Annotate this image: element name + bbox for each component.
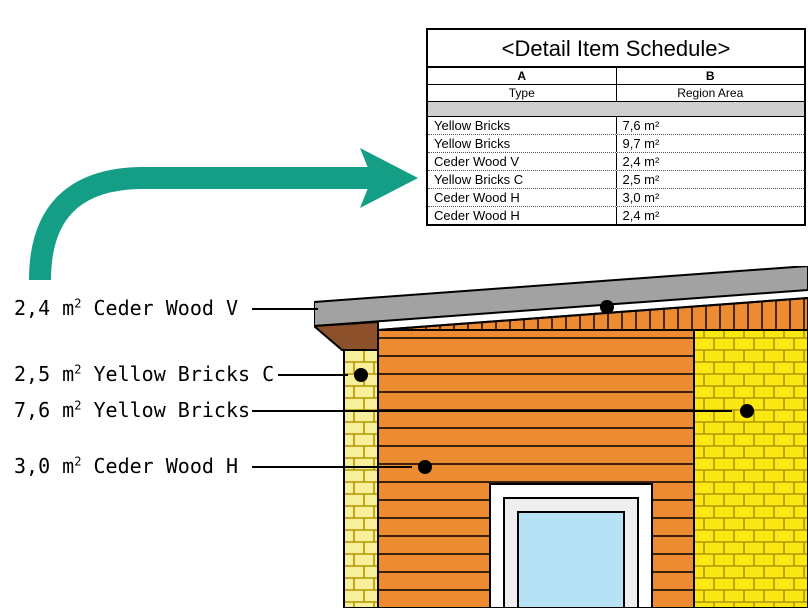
label-ceder-wood-v: 2,4 m2 Ceder Wood V: [14, 296, 238, 320]
eave-trim: [314, 322, 378, 350]
table-row: Ceder Wood H 2,4 m²: [428, 207, 804, 224]
label-yellow-bricks: 7,6 m2 Yellow Bricks: [14, 398, 250, 422]
leader-line: [252, 308, 318, 310]
table-row: Yellow Bricks 9,7 m²: [428, 135, 804, 153]
elevation-drawing: [314, 266, 808, 608]
cell-area: 9,7 m²: [617, 135, 805, 152]
region-marker-dot: [354, 368, 368, 382]
label-yellow-bricks-c: 2,5 m2 Yellow Bricks C: [14, 362, 274, 386]
schedule-col-b: B: [617, 68, 805, 84]
label-ceder-wood-h: 3,0 m2 Ceder Wood H: [14, 454, 238, 478]
table-row: Ceder Wood H 3,0 m²: [428, 189, 804, 207]
leader-line: [252, 466, 412, 468]
table-row: Ceder Wood V 2,4 m²: [428, 153, 804, 171]
region-marker-dot: [600, 300, 614, 314]
leader-line: [252, 410, 732, 412]
diagram-canvas: <Detail Item Schedule> A B Type Region A…: [0, 0, 808, 608]
cell-area: 2,4 m²: [617, 207, 805, 224]
window: [490, 484, 652, 608]
schedule-spacer: [428, 102, 804, 117]
cell-type: Ceder Wood H: [428, 207, 617, 224]
detail-item-schedule: <Detail Item Schedule> A B Type Region A…: [426, 28, 806, 226]
region-marker-dot: [740, 404, 754, 418]
schedule-header-type: Type: [428, 85, 617, 101]
schedule-header-area: Region Area: [617, 85, 805, 101]
cell-area: 3,0 m²: [617, 189, 805, 206]
cell-area: 2,4 m²: [617, 153, 805, 170]
cell-type: Yellow Bricks: [428, 117, 617, 134]
cell-area: 2,5 m²: [617, 171, 805, 188]
schedule-column-headers: Type Region Area: [428, 85, 804, 102]
schedule-title: <Detail Item Schedule>: [428, 30, 804, 68]
cell-type: Ceder Wood H: [428, 189, 617, 206]
table-row: Yellow Bricks C 2,5 m²: [428, 171, 804, 189]
leader-line: [278, 374, 348, 376]
cell-type: Ceder Wood V: [428, 153, 617, 170]
table-row: Yellow Bricks 7,6 m²: [428, 117, 804, 135]
cell-type: Yellow Bricks: [428, 135, 617, 152]
cell-area: 7,6 m²: [617, 117, 805, 134]
schedule-col-a: A: [428, 68, 617, 84]
region-marker-dot: [418, 460, 432, 474]
schedule-column-letters: A B: [428, 68, 804, 85]
cell-type: Yellow Bricks C: [428, 171, 617, 188]
region-yellow-bricks-c: [344, 350, 378, 608]
region-yellow-bricks: [694, 330, 808, 608]
